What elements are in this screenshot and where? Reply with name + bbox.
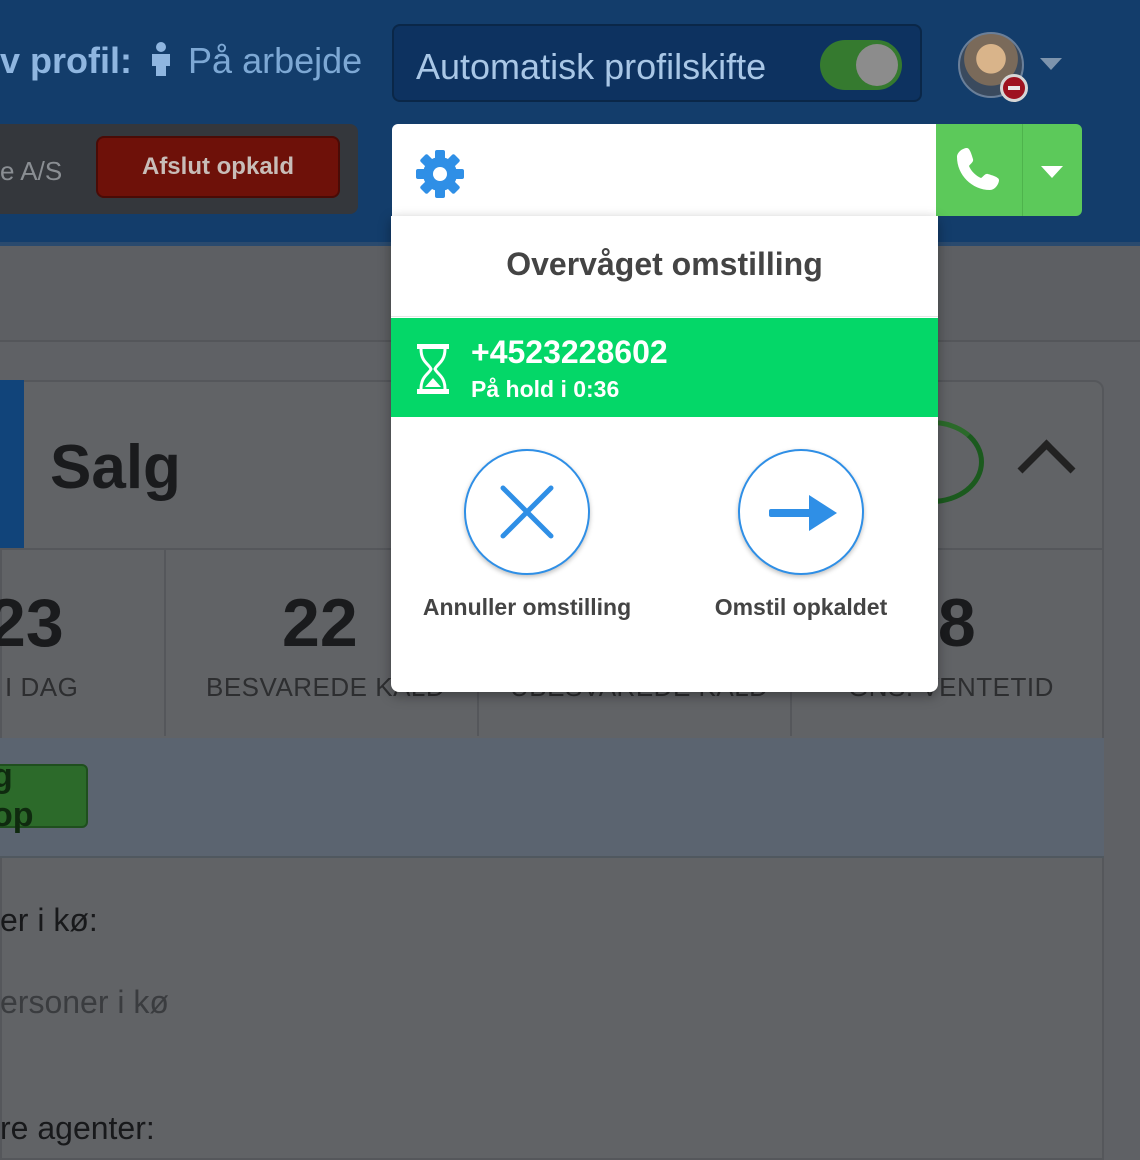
chevron-down-icon[interactable] [1040,58,1062,70]
chevron-down-icon [1041,166,1063,178]
caller-company: e A/S [0,156,63,186]
cancel-transfer-label[interactable]: Annuller omstilling [397,594,657,621]
hold-status: På hold i 0:36 [471,376,620,402]
held-call-row: +4523228602 På hold i 0:36 [391,318,938,417]
auto-profile-switch-label: Automatisk profilskifte [416,46,767,87]
active-call-bar: e A/S Afslut opkald [0,124,358,214]
active-profile[interactable]: v profil: På arbejde [0,40,362,82]
transfer-call-button[interactable] [738,449,864,575]
dial-input[interactable] [392,124,938,216]
person-icon [152,42,171,76]
call-options-button[interactable] [1022,124,1082,216]
popup-divider [391,316,938,317]
stat-value-calls-today: 23 [0,585,64,661]
queue-empty-text: ersoner i kø [0,984,169,1020]
agents-heading: re agenter: [0,1110,155,1146]
hourglass-icon [417,344,449,394]
phone-icon [957,148,999,190]
popup-title: Overvåget omstilling [506,246,823,282]
cancel-transfer-button[interactable] [464,449,590,575]
arrow-right-icon [769,495,837,531]
hangup-button[interactable]: Afslut opkald [96,136,340,198]
held-number: +4523228602 [471,334,668,370]
profile-value: På arbejde [188,40,363,81]
queue-card-accent [0,380,24,548]
stat-value-answered: 22 [282,585,358,661]
stat-label-calls-today: D I DAG [0,672,79,702]
auto-profile-switch: Automatisk profilskifte [392,24,922,102]
auto-profile-toggle[interactable] [820,40,902,90]
stat-divider [164,548,166,736]
action-button[interactable]: g op [0,757,88,834]
profile-prefix: v profil: [0,40,132,81]
close-icon [500,485,554,539]
supervised-transfer-popup: Overvåget omstilling +4523228602 På hold… [391,216,938,692]
gear-icon[interactable] [414,148,466,200]
queue-heading: er i kø: [0,902,98,938]
transfer-call-label[interactable]: Omstil opkaldet [671,594,931,621]
call-button[interactable] [936,124,1022,216]
queue-title: Salg [50,433,181,502]
action-band [0,738,1104,858]
do-not-disturb-icon [1000,74,1028,102]
toggle-knob [856,44,898,86]
